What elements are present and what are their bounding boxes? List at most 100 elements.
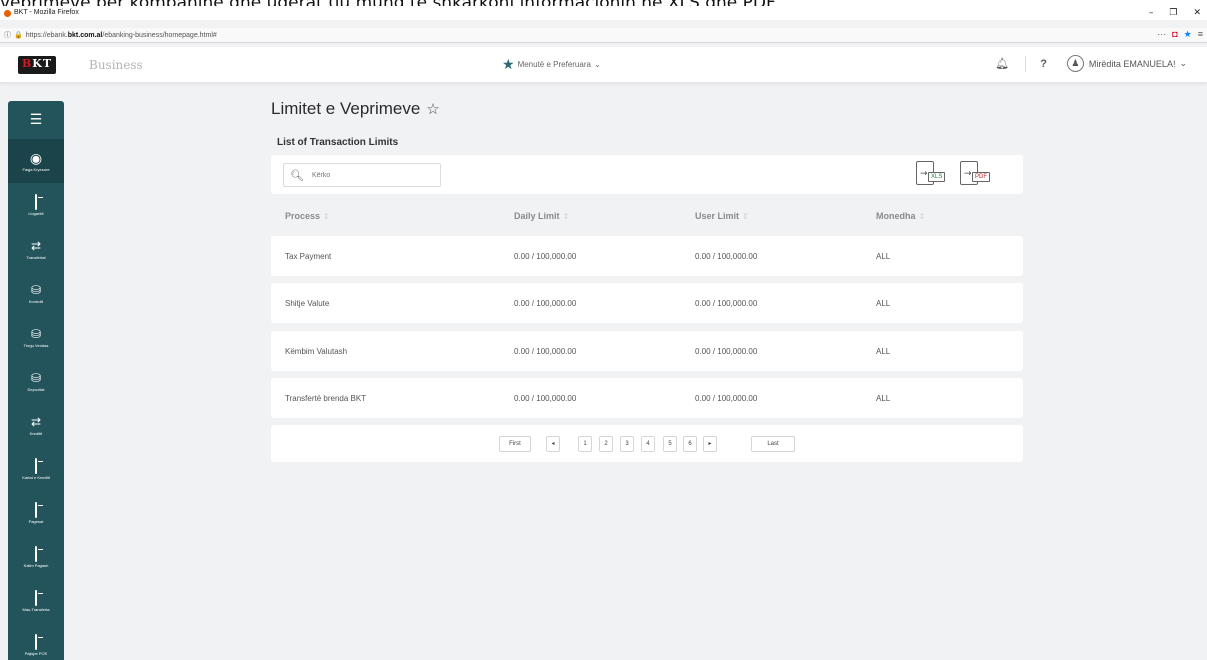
deposits-icon: ⛁ [30,370,42,385]
sidebar-item-credits[interactable]: ⇄ Kreditë [8,403,64,447]
column-header-user-limit[interactable]: User Limit ⇕ [695,211,749,221]
sidebar-item-accounts[interactable]: Llogaritë [8,183,64,227]
sidebar-item-label: Faqja Kryesore [22,166,50,172]
search-field[interactable]: 🔍︎ [283,163,441,187]
table-row[interactable]: Tax Payment 0.00 / 100,000.00 0.00 / 100… [271,236,1023,276]
cell-daily-limit: 0.00 / 100,000.00 [514,252,577,261]
sidebar-item-home[interactable]: ◉ Faqja Kryesore [8,139,64,183]
last-page-button[interactable]: Last [751,436,795,452]
browser-titlebar: BKT - Mozilla Firefox – ❐ ✕ [0,6,1207,20]
pdf-label: PDF [972,172,990,182]
page-button-2[interactable]: 2 [599,436,613,452]
first-page-button[interactable]: First [499,436,531,452]
page-button-4[interactable]: 4 [641,436,655,452]
sidebar-item-label: Kartat e Kreditit [22,474,50,480]
section-title: List of Transaction Limits [277,137,399,148]
sidebar-item-transfers[interactable]: ⇄ Transfertat [8,227,64,271]
sidebar-item-control[interactable]: ⛁ Kontrolli [8,271,64,315]
help-button[interactable]: ? [1040,58,1047,70]
search-icon: 🔍︎ [290,168,304,182]
table-row[interactable]: Këmbim Valutash 0.00 / 100,000.00 0.00 /… [271,331,1023,371]
bkt-logo[interactable]: BKT [18,56,56,74]
url-text[interactable]: https://ebank.bkt.com.al/ebanking-busine… [26,32,217,39]
sort-icon: ⇕ [562,212,570,221]
table-header: Process ⇕ Daily Limit ⇕ User Limit ⇕ Monedh… [271,211,1023,225]
page-button-3[interactable]: 3 [620,436,634,452]
export-arrow-icon: → [964,169,972,179]
accounts-icon [35,193,37,210]
sort-icon: ⇕ [742,212,749,221]
lock-icon: 🔒 [14,32,23,39]
table-row[interactable]: Shitje Valute 0.00 / 100,000.00 0.00 / 1… [271,283,1023,323]
sidebar-item-payments[interactable]: Pagesat [8,491,64,535]
sidebar-item-label: Mas-Transferta [22,606,50,612]
prev-page-button[interactable]: ◂ [546,436,560,452]
maximize-button[interactable]: ❐ [1169,6,1177,20]
cell-process: Këmbim Valutash [285,347,348,356]
user-chevron-down-icon[interactable]: ⌄ [1179,58,1187,69]
pos-icon [35,633,37,650]
chevron-down-icon: ⌄ [593,59,601,69]
page-button-6[interactable]: 6 [683,436,697,452]
home-icon: ◉ [29,149,43,166]
app-header: BKT Business ★ Menutë e Preferuara ⌄ 🔔︎ … [0,47,1207,83]
sidebar-item-pos[interactable]: Pajisjet POS [8,623,64,660]
cell-daily-limit: 0.00 / 100,000.00 [514,394,577,403]
favorite-star-icon[interactable]: ☆ [426,100,439,118]
payroll-icon [35,545,37,562]
export-pdf-button[interactable]: → PDF [958,161,998,187]
export-arrow-icon: → [920,169,928,179]
sidebar-item-label: Pajisjet POS [24,650,48,656]
sidebar-item-label: Transfertat [26,254,46,260]
sidebar-item-credit-cards[interactable]: Kartat e Kreditit [8,447,64,491]
page-button-5[interactable]: 5 [663,436,677,452]
bookmark-star-icon[interactable]: ★ [1184,29,1192,40]
search-input[interactable] [311,171,432,179]
column-header-currency[interactable]: Monedha ⇕ [876,211,925,221]
sidebar: ☰ ◉ Faqja Kryesore Llogaritë ⇄ Transfert… [8,101,64,660]
sidebar-item-deposits[interactable]: ⛁ Depozitat [8,359,64,403]
table-toolbar: 🔍︎ → XLS → PDF [271,155,1023,194]
cell-currency: ALL [876,252,891,261]
more-actions-icon[interactable]: ··· [1157,29,1166,40]
favorites-label: Menutë e Preferuara [517,59,591,69]
product-name: Business [89,58,143,72]
minimize-button[interactable]: – [1149,6,1154,20]
info-icon[interactable]: ⓘ [4,30,11,40]
pagination: First ◂ 1 2 3 4 5 6 ▸ Last [271,425,1023,462]
menu-icon[interactable]: ☰ [30,112,43,126]
user-greeting[interactable]: Mirëdita EMANUELA! [1089,59,1176,69]
cell-user-limit: 0.00 / 100,000.00 [695,252,758,261]
control-icon: ⛁ [30,282,42,297]
table-row[interactable]: Transfertë brenda BKT 0.00 / 100,000.00 … [271,378,1023,418]
hamburger-menu-icon[interactable]: ≡ [1198,29,1203,40]
close-window-button[interactable]: ✕ [1193,6,1201,20]
sidebar-item-label: Kreditë [29,430,43,436]
sidebar-item-market[interactable]: ⛁ Tregu Vendas [8,315,64,359]
next-page-button[interactable]: ▸ [703,436,717,452]
sidebar-item-label: Tregu Vendas [23,342,49,348]
user-avatar-icon[interactable]: ♟ [1066,55,1084,72]
export-xls-button[interactable]: → XLS [914,161,954,187]
column-header-process[interactable]: Process ⇕ [285,211,330,221]
window-title: BKT - Mozilla Firefox [14,9,79,16]
sidebar-menu-toggle[interactable]: ☰ [8,101,64,139]
column-header-daily-limit[interactable]: Daily Limit ⇕ [514,211,569,221]
credits-icon: ⇄ [30,414,42,429]
favorites-menu[interactable]: ★ Menutë e Preferuara ⌄ [502,57,601,71]
sidebar-item-payroll[interactable]: Kalim Pagash [8,535,64,579]
page-button-1[interactable]: 1 [578,436,592,452]
notification-bell-icon[interactable]: 🔔︎ [995,57,1009,70]
sidebar-item-label: Pagesat [28,518,44,524]
address-bar[interactable]: ⓘ 🔒 https://ebank.bkt.com.al/ebanking-bu… [0,28,1207,43]
sort-icon: ⇕ [918,212,926,221]
cell-process: Shitje Valute [285,299,330,308]
sidebar-item-label: Kalim Pagash [23,562,49,568]
sort-icon: ⇕ [323,212,330,221]
payments-icon [35,501,37,518]
pocket-icon[interactable]: ◘ [1172,29,1177,40]
sidebar-item-mass-transfer[interactable]: Mas-Transferta [8,579,64,623]
cell-process: Tax Payment [285,252,332,261]
cell-process: Transfertë brenda BKT [285,394,367,403]
header-divider [1025,55,1027,72]
